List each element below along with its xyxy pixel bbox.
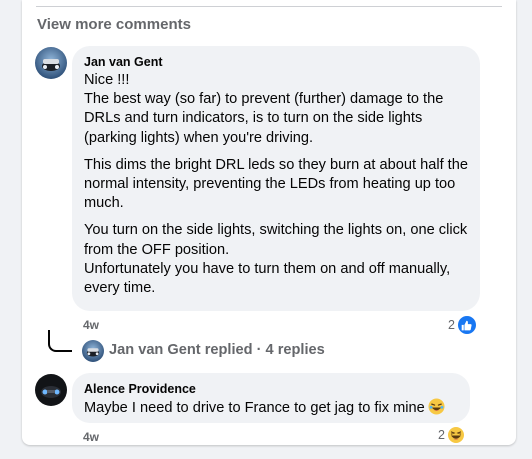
view-more-comments-link[interactable]: View more comments <box>37 16 191 33</box>
avatar[interactable] <box>35 47 67 79</box>
reaction-count: 2 <box>448 318 455 332</box>
comment-paragraph-1: Nice !!! The best way (so far) to preven… <box>84 72 444 146</box>
laughing-emoji-icon <box>428 398 445 421</box>
comment-author[interactable]: Jan van Gent <box>84 54 468 70</box>
comment-paragraph-2: This dims the bright DRL leds so they bu… <box>84 156 468 212</box>
thread-connector <box>48 330 72 352</box>
comment-text: Maybe I need to drive to France to get j… <box>84 398 458 421</box>
avatar[interactable] <box>35 374 67 406</box>
comment-timestamp[interactable]: 4w <box>83 318 99 332</box>
comment-text-content: Maybe I need to drive to France to get j… <box>84 400 425 416</box>
comment-timestamp[interactable]: 4w <box>83 430 99 444</box>
like-icon <box>456 315 477 335</box>
comments-card: View more comments Jan van Gent Nice !!!… <box>22 0 516 445</box>
comment-bubble: Jan van Gent Nice !!! The best way (so f… <box>72 46 480 311</box>
reaction-summary[interactable]: 2 <box>438 426 465 444</box>
haha-icon <box>446 426 465 444</box>
comment-bubble: Alence Providence Maybe I need to drive … <box>72 373 470 423</box>
divider <box>36 6 502 7</box>
reaction-summary[interactable]: 2 <box>448 315 477 335</box>
avatar[interactable] <box>82 340 104 362</box>
view-replies-link[interactable]: Jan van Gent replied · 4 replies <box>109 342 325 358</box>
comment-author[interactable]: Alence Providence <box>84 381 458 397</box>
reaction-count: 2 <box>438 428 445 442</box>
comment-text: Nice !!! The best way (so far) to preven… <box>84 71 468 298</box>
comment-paragraph-3: You turn on the side lights, switching t… <box>84 222 468 297</box>
